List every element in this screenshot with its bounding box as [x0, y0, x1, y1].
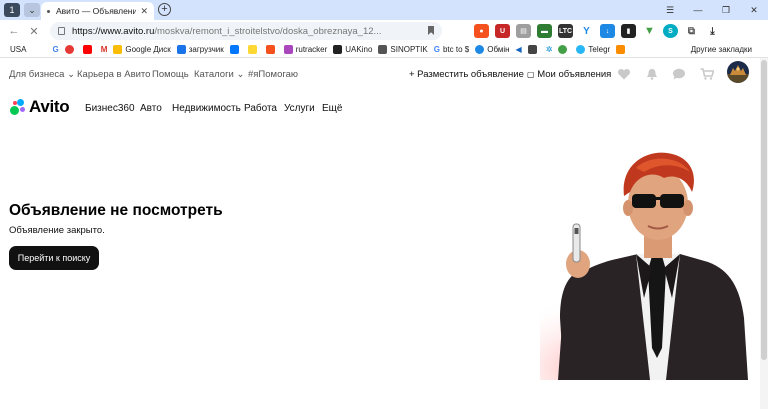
- url-field[interactable]: https://www.avito.ru/moskva/remont_i_str…: [50, 22, 442, 40]
- avatar[interactable]: [727, 61, 749, 83]
- bookmark-orange2-icon[interactable]: [616, 45, 628, 54]
- go-to-search-button[interactable]: Перейти к поиску: [9, 246, 99, 270]
- bookmark-yellow-icon[interactable]: [247, 45, 260, 54]
- bookmark-item[interactable]: Telegr: [576, 45, 610, 54]
- window-controls: ☰ — ❐ ✕: [656, 0, 768, 20]
- menu-icon[interactable]: ☰: [656, 0, 684, 20]
- favorites-heart-icon[interactable]: [617, 68, 631, 80]
- mainnav-realty[interactable]: Недвижимость: [172, 103, 241, 114]
- bookmark-item[interactable]: SINOPTIK: [378, 45, 428, 54]
- bookmark-gmail-icon[interactable]: M: [101, 45, 108, 54]
- bookmark-item[interactable]: загрузчик: [176, 45, 224, 54]
- extension-dark-icon[interactable]: ▮: [621, 24, 636, 38]
- url-path: /moskva/remont_i_stroitelstvo/doska_obre…: [154, 25, 382, 37]
- mainnav-jobs[interactable]: Работа: [244, 103, 277, 114]
- tab-list-chevron-icon[interactable]: ⌄: [24, 3, 40, 17]
- avito-logo-text: Avito: [29, 97, 70, 116]
- bookmark-google-icon[interactable]: G: [52, 45, 58, 54]
- bookmark-icon[interactable]: [428, 26, 434, 35]
- nav-help[interactable]: Помощь: [152, 69, 189, 80]
- extension-grey-icon[interactable]: ▤: [516, 24, 531, 38]
- my-ads-link[interactable]: ▢ Мои объявления: [527, 69, 611, 80]
- my-ads-icon: ▢: [527, 70, 535, 79]
- restore-icon[interactable]: ❐: [712, 0, 740, 20]
- bookmark-item[interactable]: Gbtc to $: [434, 45, 469, 54]
- nav-catalogs[interactable]: Каталоги ⌄: [194, 69, 244, 80]
- notifications-bell-icon[interactable]: [645, 68, 659, 80]
- bookmark-vk-icon[interactable]: [229, 45, 242, 54]
- close-tab-icon[interactable]: ✕: [140, 6, 148, 17]
- messages-chat-icon[interactable]: [672, 68, 686, 80]
- lock-icon: [58, 27, 65, 35]
- extension-ltc-icon[interactable]: LTC: [558, 24, 573, 38]
- post-ad-button[interactable]: + Разместить объявление: [409, 69, 524, 80]
- download-icon[interactable]: ⤓: [705, 24, 720, 38]
- bookmark-item[interactable]: Google Диск: [113, 45, 171, 54]
- agent-illustration: [540, 152, 752, 380]
- new-tab-button[interactable]: +: [158, 3, 171, 16]
- avito-logo-icon: [10, 99, 26, 115]
- bookmark-green-icon[interactable]: [558, 45, 570, 54]
- nav-business[interactable]: Для бизнеса ⌄: [9, 69, 75, 80]
- extension-green-down-icon[interactable]: ▼: [642, 24, 657, 38]
- bookmark-orange-icon[interactable]: [265, 45, 278, 54]
- bookmark-item[interactable]: UAKino: [333, 45, 372, 54]
- mainnav-more[interactable]: Ещё: [322, 103, 342, 114]
- extension-fire-icon[interactable]: ●: [474, 24, 489, 38]
- scrollbar-thumb[interactable]: [761, 60, 767, 360]
- page-subtitle: Объявление закрыто.: [9, 225, 105, 236]
- extension-shield-icon[interactable]: U: [495, 24, 510, 38]
- url-host: https://www.avito.ru: [72, 25, 155, 37]
- other-bookmarks[interactable]: Другие закладки: [691, 45, 752, 54]
- bookmarks-bar: USA G M Google Диск загрузчик rutracker …: [0, 42, 768, 58]
- bookmark-red-icon[interactable]: [64, 45, 77, 54]
- back-icon[interactable]: ←: [4, 25, 24, 37]
- extension-download-icon[interactable]: ↓: [600, 24, 615, 38]
- bookmark-grey-icon[interactable]: [527, 45, 540, 54]
- page-title: Объявление не посмотреть: [9, 202, 223, 219]
- mainnav-auto[interactable]: Авто: [140, 103, 162, 114]
- browser-titlebar: 1 ⌄ Авито — Объявления о ✕ + ☰ — ❐ ✕: [0, 0, 768, 20]
- bookmark-youtube-icon[interactable]: [82, 45, 95, 54]
- loading-icon: [47, 9, 50, 13]
- minimize-icon[interactable]: —: [684, 0, 712, 20]
- nav-ihelp[interactable]: #яПомогаю: [248, 69, 298, 80]
- browser-tab[interactable]: Авито — Объявления о ✕: [41, 2, 154, 20]
- extensions-puzzle-icon[interactable]: ⧉: [684, 24, 699, 38]
- bookmark-chevron-icon[interactable]: ◀: [516, 45, 522, 54]
- close-window-icon[interactable]: ✕: [740, 0, 768, 20]
- mainnav-business360[interactable]: Бизнес360: [85, 103, 135, 114]
- tab-title: Авито — Объявления о: [56, 6, 137, 16]
- page-scrollbar[interactable]: [760, 58, 768, 409]
- avito-logo[interactable]: Avito: [10, 97, 70, 117]
- cart-icon[interactable]: [700, 68, 714, 80]
- stop-icon[interactable]: ✕: [24, 25, 44, 38]
- extension-flag-icon[interactable]: ▬: [537, 24, 552, 38]
- avito-topnav: Для бизнеса ⌄ Карьера в Авито Помощь Кат…: [0, 58, 768, 90]
- nav-career[interactable]: Карьера в Авито: [77, 69, 150, 80]
- bookmark-item[interactable]: USA: [10, 45, 26, 54]
- extension-y-icon[interactable]: Y: [579, 24, 594, 38]
- profile-icon[interactable]: 1: [4, 3, 20, 17]
- extensions-row: ● U ▤ ▬ LTC Y ↓ ▮ ▼ S ⧉ ⤓: [474, 22, 720, 40]
- bookmark-item[interactable]: Обмін: [475, 45, 510, 54]
- bookmark-star-icon[interactable]: ✲: [546, 45, 553, 54]
- extension-s-icon[interactable]: S: [663, 24, 678, 38]
- mainnav-services[interactable]: Услуги: [284, 103, 315, 114]
- address-toolbar: ← ✕ https://www.avito.ru/moskva/remont_i…: [0, 20, 768, 42]
- bookmark-item[interactable]: rutracker: [283, 45, 327, 54]
